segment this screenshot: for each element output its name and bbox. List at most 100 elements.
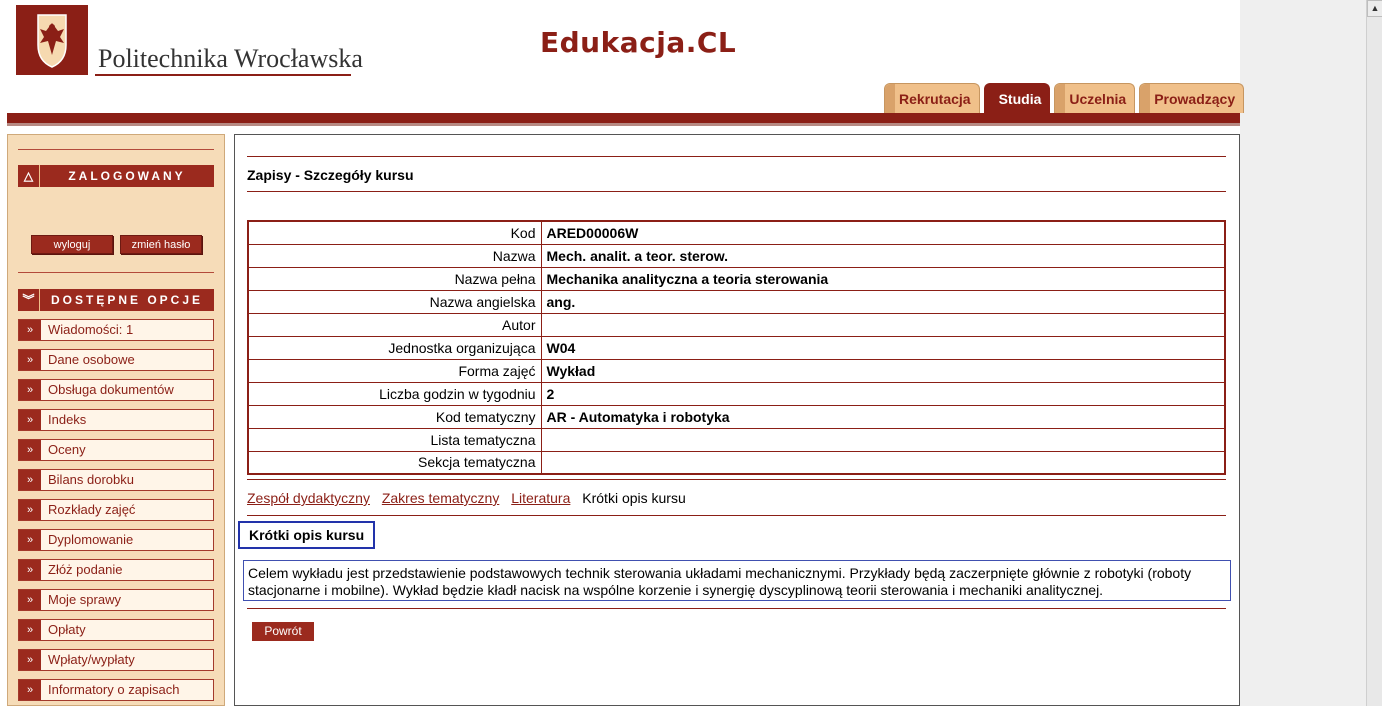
logout-button[interactable]: wyloguj (31, 235, 113, 254)
title-rule-bottom (247, 191, 1226, 192)
row-value: ARED00006W (540, 220, 1226, 245)
title-rule-top (247, 156, 1226, 157)
double-chevron-right-icon: » (19, 560, 41, 580)
sidebar-menu: » Wiadomości: 1 » Dane osobowe » Obsługa do… (18, 319, 214, 706)
section-title: Krótki opis kursu (238, 521, 376, 549)
row-label: Kod (247, 220, 542, 245)
sublinks-rule-top (247, 479, 1226, 480)
double-chevron-right-icon: » (19, 470, 41, 490)
page-title: Zapisy - Szczegóły kursu (247, 167, 414, 183)
double-chevron-right-icon: » (19, 350, 41, 370)
sidebar-item-rozklady-zajec[interactable]: » Rozkłady zajęć (18, 499, 214, 521)
sidebar-divider (18, 272, 214, 273)
row-label: Nazwa (247, 243, 542, 268)
vertical-scrollbar[interactable]: ▲ (1366, 0, 1382, 706)
warning-icon: △ (18, 165, 40, 187)
row-label: Nazwa pełna (247, 266, 542, 291)
logged-in-header: △ ZALOGOWANY (18, 165, 214, 187)
double-chevron-right-icon: » (19, 440, 41, 460)
row-label: Liczba godzin w tygodniu (247, 381, 542, 406)
link-zespol-dydaktyczny[interactable]: Zespół dydaktyczny (247, 490, 370, 506)
sidebar-item-dane-osobowe[interactable]: » Dane osobowe (18, 349, 214, 371)
table-row: Kod tematyczny AR - Automatyka i robotyka (247, 404, 1226, 429)
double-chevron-right-icon: » (19, 590, 41, 610)
row-value (540, 312, 1226, 337)
change-password-button[interactable]: zmień hasło (120, 235, 202, 254)
table-row: Sekcja tematyczna (247, 450, 1226, 475)
top-tabs: Rekrutacja Studia Uczelnia Prowadzący (884, 83, 1248, 114)
available-options-header: ︾ DOSTĘPNE OPCJE (18, 289, 214, 311)
sidebar-item-obsluga-dokumentow[interactable]: » Obsługa dokumentów (18, 379, 214, 401)
sidebar-item-oceny[interactable]: » Oceny (18, 439, 214, 461)
scroll-up-icon[interactable]: ▲ (1367, 0, 1382, 17)
row-value: Mech. analit. a teor. sterow. (540, 243, 1226, 268)
row-label: Kod tematyczny (247, 404, 542, 429)
header: Politechnika Wrocławska Edukacja.CL Rekr… (0, 0, 1245, 128)
page: Politechnika Wrocławska Edukacja.CL Rekr… (0, 0, 1382, 706)
table-row: Nazwa pełna Mechanika analityczna a teori… (247, 266, 1226, 291)
tab-prowadzacy[interactable]: Prowadzący (1139, 83, 1245, 114)
table-row: Autor (247, 312, 1226, 337)
course-sublinks: Zespół dydaktyczny Zakres tematyczny Lit… (247, 490, 686, 506)
row-label: Sekcja tematyczna (247, 450, 542, 475)
sidebar-item-moje-sprawy[interactable]: » Moje sprawy (18, 589, 214, 611)
link-literatura[interactable]: Literatura (511, 490, 570, 506)
table-row: Forma zajęć Wykład (247, 358, 1226, 383)
row-label: Lista tematyczna (247, 427, 542, 452)
row-label: Autor (247, 312, 542, 337)
header-bar (7, 113, 1240, 123)
university-name-underline (95, 74, 351, 76)
row-value (540, 450, 1226, 475)
sidebar-item-bilans-dorobku[interactable]: » Bilans dorobku (18, 469, 214, 491)
row-value (540, 427, 1226, 452)
tab-studia[interactable]: Studia (983, 83, 1051, 114)
row-value: ang. (540, 289, 1226, 314)
double-chevron-right-icon: » (19, 320, 41, 340)
sidebar: △ ZALOGOWANY wyloguj zmień hasło ︾ DOSTĘ… (7, 134, 225, 706)
double-chevron-right-icon: » (19, 530, 41, 550)
double-chevron-right-icon: » (19, 680, 41, 700)
sidebar-item-wplaty-wyplaty[interactable]: » Wpłaty/wypłaty (18, 649, 214, 671)
tab-rekrutacja[interactable]: Rekrutacja (884, 83, 980, 114)
main-content: Zapisy - Szczegóły kursu Kod ARED00006W N… (234, 134, 1240, 706)
sidebar-item-indeks[interactable]: » Indeks (18, 409, 214, 431)
double-chevron-down-icon: ︾ (18, 289, 40, 311)
back-button[interactable]: Powrót (252, 622, 314, 641)
double-chevron-right-icon: » (19, 650, 41, 670)
header-bar-shadow (7, 123, 1240, 126)
row-label: Nazwa angielska (247, 289, 542, 314)
sidebar-item-wiadomosci[interactable]: » Wiadomości: 1 (18, 319, 214, 341)
row-value: Mechanika analityczna a teoria sterowani… (540, 266, 1226, 291)
double-chevron-right-icon: » (19, 410, 41, 430)
current-section-label: Krótki opis kursu (582, 490, 686, 506)
table-row: Kod ARED00006W (247, 220, 1226, 245)
sidebar-divider (18, 149, 214, 150)
course-description: Celem wykładu jest przedstawienie podsta… (243, 560, 1231, 601)
row-label: Forma zajęć (247, 358, 542, 383)
university-logo[interactable] (16, 5, 88, 75)
table-row: Liczba godzin w tygodniu 2 (247, 381, 1226, 406)
row-value: 2 (540, 381, 1226, 406)
table-row: Nazwa Mech. analit. a teor. sterow. (247, 243, 1226, 268)
sublinks-rule-bottom (247, 515, 1226, 516)
table-row: Nazwa angielska ang. (247, 289, 1226, 314)
sidebar-item-dyplomowanie[interactable]: » Dyplomowanie (18, 529, 214, 551)
row-value: AR - Automatyka i robotyka (540, 404, 1226, 429)
description-rule (247, 608, 1226, 609)
table-row: Lista tematyczna (247, 427, 1226, 452)
course-details-table: Kod ARED00006W Nazwa Mech. analit. a teor.… (247, 220, 1226, 475)
app-title: Edukacja.CL (540, 26, 737, 59)
double-chevron-right-icon: » (19, 500, 41, 520)
row-label: Jednostka organizująca (247, 335, 542, 360)
window-background (1240, 0, 1366, 706)
link-zakres-tematyczny[interactable]: Zakres tematyczny (382, 490, 499, 506)
double-chevron-right-icon: » (19, 620, 41, 640)
row-value: W04 (540, 335, 1226, 360)
sidebar-item-informatory[interactable]: » Informatory o zapisach (18, 679, 214, 701)
row-value: Wykład (540, 358, 1226, 383)
double-chevron-right-icon: » (19, 380, 41, 400)
sidebar-item-oplaty[interactable]: » Opłaty (18, 619, 214, 641)
tab-uczelnia[interactable]: Uczelnia (1054, 83, 1136, 114)
eagle-icon (16, 5, 88, 75)
sidebar-item-zloz-podanie[interactable]: » Złóż podanie (18, 559, 214, 581)
